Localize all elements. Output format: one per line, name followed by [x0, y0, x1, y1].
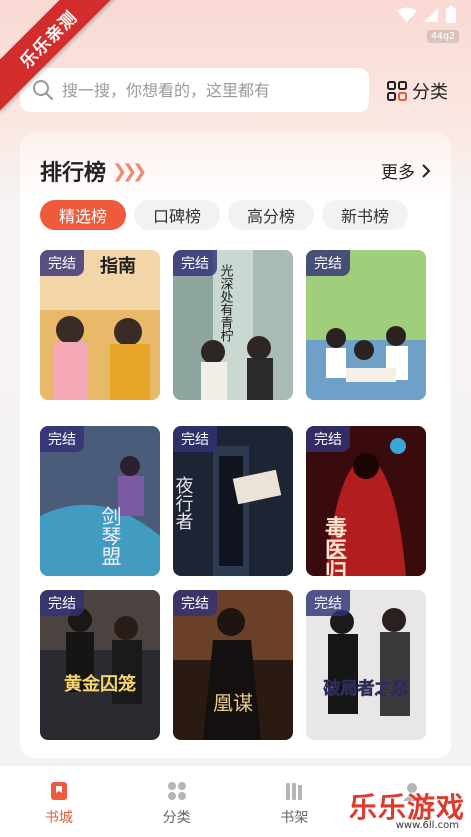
cover-title: 毒医归来: [321, 515, 348, 576]
book-cover[interactable]: 黄金囚笼 完结: [40, 590, 160, 740]
tab-new-books[interactable]: 新书榜: [322, 200, 409, 230]
status-badge: 完结: [40, 250, 84, 276]
more-label: 更多: [381, 163, 415, 183]
tab-bookstore-label: 书城: [44, 810, 73, 826]
chevron-right-icon: [422, 163, 431, 178]
status-bar: [397, 6, 457, 24]
status-badge: 完结: [173, 590, 217, 616]
watermark-url: www.6ll.com: [395, 820, 459, 831]
cover-title: 光深处有青柠: [218, 264, 234, 342]
book-cover[interactable]: 夜行者 完结: [173, 426, 293, 576]
book-cover[interactable]: 剑琴盟 完结: [40, 426, 160, 576]
battery-icon: [446, 6, 456, 23]
status-badge: 完结: [40, 426, 84, 452]
cover-title: 黄金囚笼: [64, 673, 136, 695]
status-badge: 完结: [173, 250, 217, 276]
search-input[interactable]: [62, 80, 352, 100]
book-grid: 指南 完结 光深处有青柠 完结 完结 剑琴盟 完结 夜行者 完结 毒医归来 完结…: [40, 250, 426, 740]
category-button[interactable]: 分类: [386, 78, 448, 104]
bookmark-icon: [50, 782, 67, 800]
category-grid-icon: [387, 81, 407, 101]
tab-bookshelf-label: 书架: [280, 810, 309, 826]
book-cover[interactable]: 毒医归来 完结: [306, 426, 426, 576]
cover-title: 剑琴盟: [98, 506, 122, 566]
cover-title: 破局者之恋: [324, 678, 409, 699]
status-badge: 完结: [173, 426, 217, 452]
book-cover[interactable]: 光深处有青柠 完结: [173, 250, 293, 400]
book-cover[interactable]: 完结: [306, 250, 426, 400]
book-cover[interactable]: 指南 完结: [40, 250, 160, 400]
search-icon: [33, 80, 54, 101]
status-badge: 完结: [306, 590, 350, 616]
ranking-title: 排行榜 ❯❯❯: [40, 155, 147, 187]
tab-reputation[interactable]: 口碑榜: [134, 200, 221, 230]
grid-icon: [167, 782, 186, 800]
ranking-title-text: 排行榜: [40, 161, 107, 186]
bookshelf-icon: [286, 783, 303, 800]
status-badge: 完结: [306, 426, 350, 452]
wifi-icon: [397, 7, 417, 22]
book-cover[interactable]: 凰谋 完结: [173, 590, 293, 740]
network-speed-badge: 44q2: [426, 30, 459, 43]
tab-bookstore[interactable]: 书城: [19, 780, 99, 827]
signal-icon: [424, 8, 438, 22]
status-badge: 完结: [40, 590, 84, 616]
tab-featured[interactable]: 精选榜: [40, 200, 127, 230]
cover-title: 指南: [100, 255, 136, 277]
more-link[interactable]: 更多: [381, 158, 431, 183]
tab-high-score[interactable]: 高分榜: [228, 200, 315, 230]
cover-title: 凰谋: [213, 691, 253, 715]
category-button-label: 分类: [412, 82, 448, 103]
chevrons-icon: ❯❯❯: [112, 160, 147, 182]
status-badge: 完结: [306, 250, 350, 276]
search-bar[interactable]: [20, 68, 369, 112]
ranking-tabs: 精选榜 口碑榜 高分榜 新书榜: [40, 200, 409, 230]
ranking-card: 排行榜 ❯❯❯ 更多 精选榜 口碑榜 高分榜 新书榜 指南 完结 光深处有青柠 …: [20, 133, 451, 758]
book-cover[interactable]: 破局者之恋 完结: [306, 590, 426, 740]
tab-bookshelf[interactable]: 书架: [254, 780, 334, 827]
cover-title: 夜行者: [173, 476, 194, 530]
tab-category-label: 分类: [162, 810, 191, 826]
tab-category[interactable]: 分类: [137, 780, 217, 827]
